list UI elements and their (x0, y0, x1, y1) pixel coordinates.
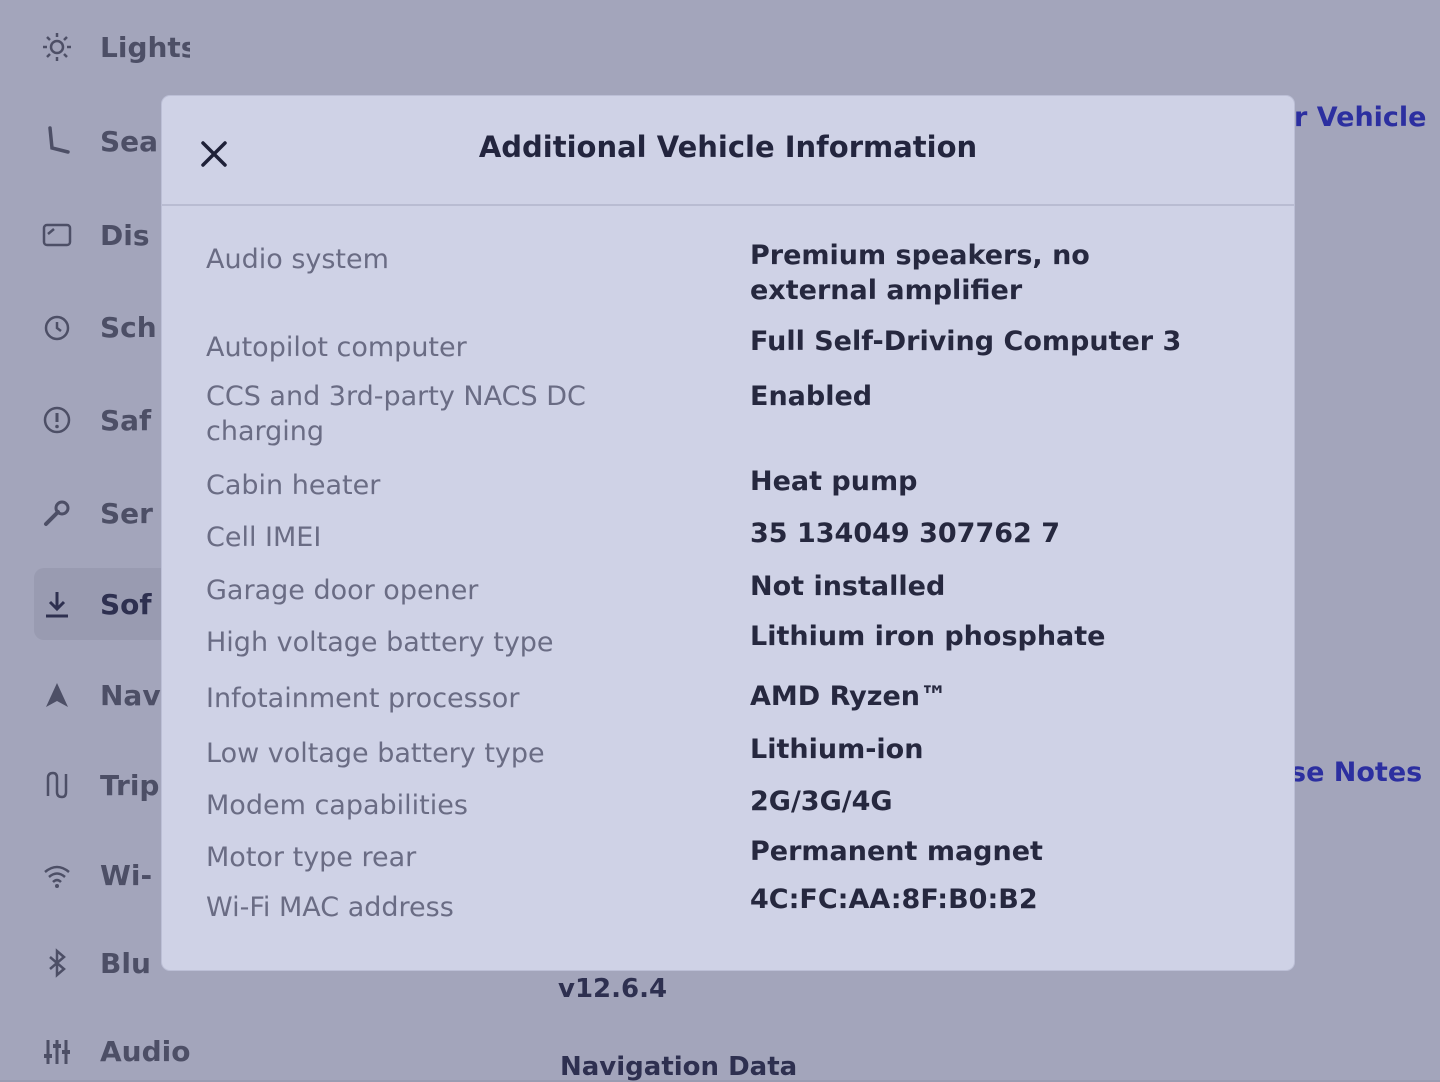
wifi-icon (40, 860, 74, 890)
wrench-icon (40, 498, 74, 528)
info-value: 2G/3G/4G (750, 786, 893, 817)
info-value: Full Self-Driving Computer 3 (750, 326, 1182, 357)
download-icon (40, 589, 74, 619)
vehicle-info-modal: Additional Vehicle Information Audio sys… (162, 96, 1294, 970)
sidebar-item-label: Audio (100, 1034, 190, 1068)
info-label: Wi-Fi MAC address (206, 892, 454, 923)
software-version: v12.6.4 (558, 974, 668, 1004)
info-label: Modem capabilities (206, 790, 468, 821)
alert-circle-icon (40, 405, 74, 435)
modal-title: Additional Vehicle Information (478, 130, 978, 164)
info-value: Not installed (750, 571, 946, 602)
vehicle-link[interactable]: r Vehicle (1294, 102, 1427, 133)
info-value: 4C:FC:AA:8F:B0:B2 (750, 884, 1038, 915)
info-value: Lithium-ion (750, 734, 924, 765)
info-label: Audio system (206, 244, 389, 275)
sidebar-item-label: Ser (100, 496, 153, 530)
sidebar-item-label: Sof (100, 587, 152, 621)
sidebar-item-label: Dis (100, 218, 150, 252)
release-notes-link[interactable]: se Notes (1290, 757, 1422, 788)
info-label: Low voltage battery type (206, 738, 545, 769)
info-value: Premium speakers, no external amplifier (750, 240, 1090, 306)
info-value: 35 134049 307762 7 (750, 518, 1060, 549)
info-value: AMD Ryzen™ (750, 681, 948, 712)
info-value: Enabled (750, 381, 873, 412)
navigation-data-heading: Navigation Data (560, 1052, 798, 1082)
display-icon (40, 220, 74, 250)
sidebar-item-label: Blu (100, 946, 151, 980)
info-label: Cell IMEI (206, 522, 322, 553)
bluetooth-icon (40, 948, 74, 978)
info-label: Cabin heater (206, 470, 381, 501)
info-value: Heat pump (750, 466, 918, 497)
sun-icon (40, 32, 74, 62)
info-value: Lithium iron phosphate (750, 621, 1106, 652)
sidebar-item-label: Lights (100, 30, 190, 64)
info-label: Infotainment processor (206, 683, 520, 714)
sidebar-item-label: Sea (100, 124, 159, 158)
info-value: Permanent magnet (750, 836, 1043, 867)
sidebar-item-label: Trip (100, 768, 160, 802)
modal-header: Additional Vehicle Information (162, 96, 1294, 206)
sidebar-item-label: Wi- (100, 858, 153, 892)
equalizer-icon (40, 1036, 74, 1066)
info-label: Autopilot computer (206, 332, 467, 363)
navigation-arrow-icon (40, 680, 74, 710)
sidebar-item-lights[interactable]: Lights (40, 22, 190, 72)
info-label: High voltage battery type (206, 627, 554, 658)
alarm-clock-icon (40, 312, 74, 342)
seat-icon (40, 126, 74, 156)
sidebar-item-label: Saf (100, 403, 152, 437)
sidebar-item-label: Sch (100, 310, 157, 344)
sidebar-item-audio[interactable]: Audio (40, 1026, 190, 1076)
trip-icon (40, 770, 74, 800)
info-label: CCS and 3rd-party NACS DC charging (206, 381, 586, 447)
info-label: Motor type rear (206, 842, 417, 873)
info-label: Garage door opener (206, 575, 479, 606)
sidebar-item-label: Nav (100, 678, 161, 712)
